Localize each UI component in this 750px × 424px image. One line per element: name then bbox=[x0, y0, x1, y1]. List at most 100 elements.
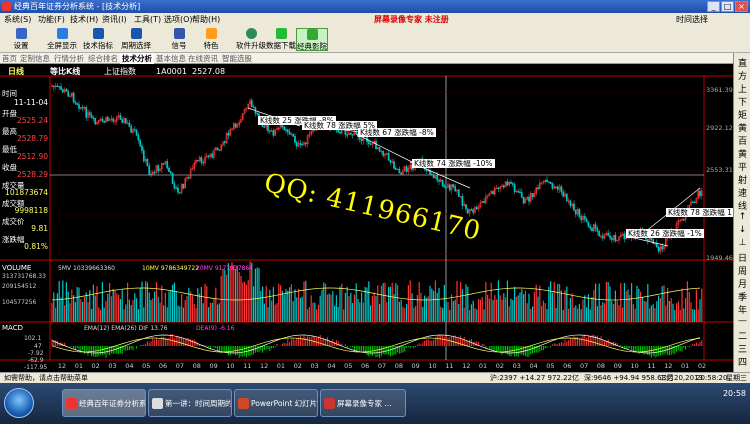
volume-bar bbox=[359, 302, 361, 322]
drawing-tool-16[interactable]: 周 bbox=[734, 264, 750, 277]
volume-bar bbox=[404, 308, 406, 322]
cinema-button[interactable]: 经典影院 bbox=[296, 28, 328, 51]
volume-bar bbox=[193, 303, 195, 322]
macd-bar bbox=[658, 346, 660, 356]
task-powerpoint[interactable]: PowerPoint 幻灯片... bbox=[234, 389, 318, 417]
volume-bar bbox=[69, 303, 71, 322]
tab-basic[interactable]: 基本信息 bbox=[156, 53, 186, 64]
candle-body bbox=[560, 186, 563, 193]
volume-bar bbox=[371, 296, 373, 322]
drawing-tool-17[interactable]: 月 bbox=[734, 277, 750, 290]
tab-news[interactable]: 在线资讯 bbox=[188, 53, 218, 64]
fullscreen-button[interactable]: 全屏显示 bbox=[46, 28, 78, 51]
tab-market[interactable]: 行情分析 bbox=[54, 53, 84, 64]
menu-options[interactable]: 选项(O) bbox=[164, 13, 193, 26]
candle-body bbox=[281, 125, 284, 127]
volume-bar bbox=[436, 292, 438, 322]
volume-bar bbox=[116, 293, 118, 322]
menu-function[interactable]: 功能(F) bbox=[38, 13, 65, 26]
drawing-tool-12[interactable]: ↑ bbox=[734, 212, 750, 222]
drawing-tool-0[interactable]: 直 bbox=[734, 56, 750, 69]
candle-body bbox=[157, 165, 160, 172]
volume-bar bbox=[254, 268, 256, 322]
volume-bar bbox=[92, 284, 94, 322]
drawing-tool-11[interactable]: 线 bbox=[734, 199, 750, 212]
task-app[interactable]: 经典百年证券分析系... bbox=[62, 389, 146, 417]
macd-bar bbox=[107, 346, 109, 355]
tab-stock-picker[interactable]: 智能选股 bbox=[222, 53, 252, 64]
macd-bar bbox=[215, 346, 217, 349]
macd-bar bbox=[647, 346, 649, 355]
drawing-tool-23[interactable]: 四 bbox=[734, 355, 750, 368]
task-lesson[interactable]: 第一讲：时间周期的... bbox=[148, 389, 232, 417]
upgrade-button[interactable]: 软件升级 bbox=[236, 28, 266, 51]
drawing-tool-3[interactable]: 下 bbox=[734, 95, 750, 108]
volume-bar bbox=[483, 309, 485, 322]
drawing-tool-9[interactable]: 射 bbox=[734, 173, 750, 186]
tab-custom[interactable]: 定制信息 bbox=[20, 53, 50, 64]
drawing-tool-14[interactable]: ⊥ bbox=[734, 238, 750, 248]
tab-technical[interactable]: 技术分析 bbox=[120, 53, 154, 64]
time-select-menu[interactable]: 时间选择 bbox=[676, 13, 708, 26]
drawing-tool-8[interactable]: 平 bbox=[734, 160, 750, 173]
macd-bar bbox=[517, 346, 519, 357]
drawing-tool-1[interactable]: 方 bbox=[734, 69, 750, 82]
volume-bar bbox=[506, 280, 508, 322]
drawing-tool-15[interactable]: 日 bbox=[734, 251, 750, 264]
maximize-button[interactable]: □ bbox=[721, 1, 734, 12]
drawing-tool-20[interactable]: — bbox=[734, 316, 750, 326]
volume-bar bbox=[199, 293, 201, 322]
volume-bar bbox=[476, 309, 478, 322]
drawing-tool-22[interactable]: 三 bbox=[734, 342, 750, 355]
menu-system[interactable]: 系统(S) bbox=[4, 13, 31, 26]
menu-info[interactable]: 资讯(I) bbox=[102, 13, 127, 26]
drawing-tool-5[interactable]: 黄 bbox=[734, 121, 750, 134]
drawing-tool-13[interactable]: ↓ bbox=[734, 225, 750, 235]
macd-bar bbox=[697, 343, 699, 346]
volume-bar bbox=[497, 280, 499, 322]
close-button[interactable]: × bbox=[735, 1, 748, 12]
candle-body bbox=[358, 136, 361, 140]
menu-technical[interactable]: 技术(H) bbox=[70, 13, 98, 26]
macd-axis-label: -62.9 bbox=[28, 357, 44, 364]
candle-body bbox=[475, 207, 478, 210]
volume-bar bbox=[510, 298, 512, 322]
period-button[interactable]: 周期选择 bbox=[120, 28, 152, 51]
volume-bar bbox=[438, 287, 440, 322]
minimize-button[interactable]: _ bbox=[707, 1, 720, 12]
volume-bar bbox=[375, 296, 377, 322]
drawing-tool-7[interactable]: 黄 bbox=[734, 147, 750, 160]
indicators-button[interactable]: 技术指标 bbox=[82, 28, 114, 51]
drawing-tool-6[interactable]: 百 bbox=[734, 134, 750, 147]
settings-button[interactable]: 设置 bbox=[8, 28, 34, 51]
tab-ranking[interactable]: 综合排名 bbox=[88, 53, 118, 64]
document-icon bbox=[152, 398, 163, 409]
drawing-tool-18[interactable]: 季 bbox=[734, 290, 750, 303]
task-recorder[interactable]: 屏幕录像专家 ... bbox=[320, 389, 406, 417]
menu-tools[interactable]: 工具(T) bbox=[134, 13, 161, 26]
candle-body bbox=[81, 107, 84, 109]
macd-bar bbox=[418, 343, 420, 346]
drawing-tool-4[interactable]: 矩 bbox=[734, 108, 750, 121]
volume-bar bbox=[64, 305, 66, 322]
volume-bar bbox=[60, 297, 62, 322]
volume-bar bbox=[674, 309, 676, 322]
volume-bar bbox=[542, 300, 544, 322]
macd-bar bbox=[440, 335, 442, 346]
macd-bar bbox=[159, 339, 161, 346]
feature-button[interactable]: 特色 bbox=[200, 28, 222, 51]
volume-ma10: 10MV 9786349722 bbox=[142, 265, 199, 272]
drawing-tool-2[interactable]: 上 bbox=[734, 82, 750, 95]
tab-home[interactable]: 首页 bbox=[2, 53, 17, 64]
menu-help[interactable]: 帮助(H) bbox=[192, 13, 220, 26]
drawing-tool-21[interactable]: 二 bbox=[734, 329, 750, 342]
signal-button[interactable]: 信号 bbox=[168, 28, 190, 51]
volume-bar bbox=[636, 285, 638, 322]
candle-body bbox=[436, 174, 439, 181]
start-button[interactable] bbox=[4, 388, 34, 418]
macd-bar bbox=[350, 346, 352, 348]
download-button[interactable]: 数据下载 bbox=[266, 28, 296, 51]
volume-bar bbox=[566, 286, 568, 322]
drawing-tool-10[interactable]: 速 bbox=[734, 186, 750, 199]
drawing-tool-19[interactable]: 年 bbox=[734, 303, 750, 316]
